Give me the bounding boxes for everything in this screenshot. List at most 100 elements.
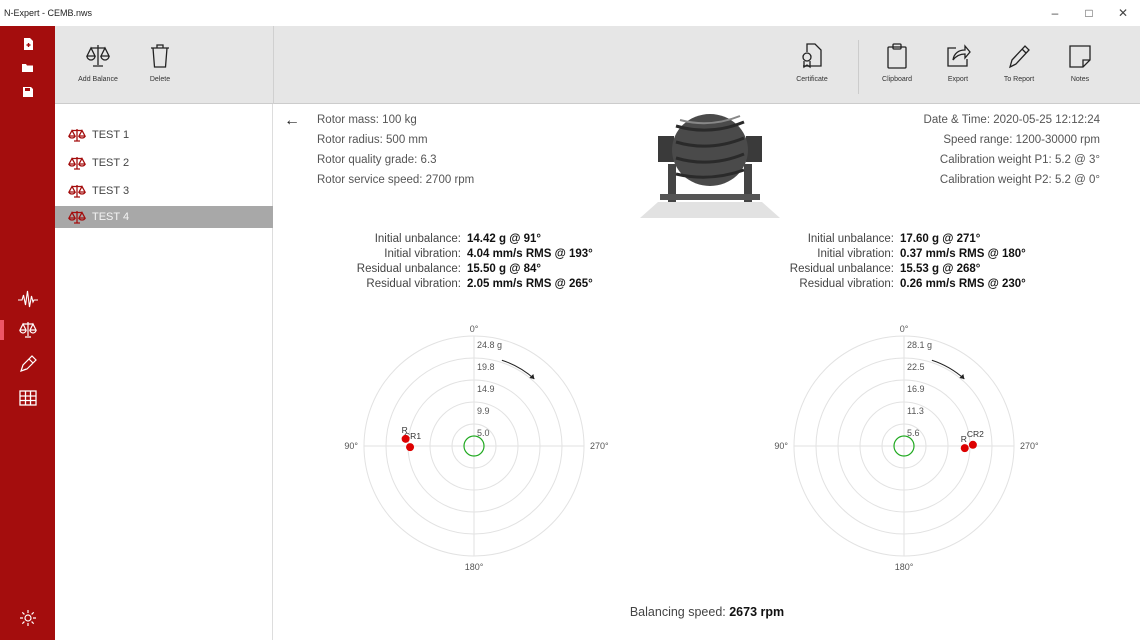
balance-icon [68,129,86,142]
ring-label: 5.0 [477,428,490,438]
test-info: Date & Time: 2020-05-25 12:12:24 Speed r… [924,110,1100,190]
initial-vibration-value: 4.04 mm/s RMS @ 193° [467,248,593,260]
calibration-weight-p1: Calibration weight P1: 5.2 @ 3° [939,154,1100,166]
balance-icon [68,157,86,170]
residual-vibration-value: 2.05 mm/s RMS @ 265° [467,278,593,290]
data-point-label: CR2 [967,429,984,439]
balancing-speed-value: 2673 rpm [729,605,785,619]
to-report-button[interactable]: To Report [989,42,1049,83]
data-point [406,443,415,452]
toolbar-separator [858,40,859,94]
save-icon[interactable] [0,78,55,106]
rotor-radius: Rotor radius: 500 mm [317,134,428,146]
calibration-weight-p2: Calibration weight P2: 5.2 @ 0° [939,174,1100,186]
data-point [968,440,977,449]
certificate-label: Certificate [796,76,828,83]
initial-vibration-value: 0.37 mm/s RMS @ 180° [900,248,1026,260]
notes-label: Notes [1070,76,1090,83]
plane-1-results: Initial unbalance: 14.42 g @ 91° Initial … [317,232,593,292]
residual-unbalance-value: 15.53 g @ 268° [900,263,981,275]
pen-icon[interactable] [0,350,55,378]
angle-label-top: 0° [900,324,909,334]
test-label: TEST 3 [92,185,130,197]
residual-vibration-value: 0.26 mm/s RMS @ 230° [900,278,1026,290]
initial-vibration-label: Initial vibration: [384,248,461,260]
polar-plot-plane-1: 24.8 g19.814.99.95.00°90° 270°180°CR1R [344,324,609,572]
balance-icon [85,45,111,67]
data-point-label: R [961,434,967,444]
to-report-label: To Report [1003,76,1035,83]
plane-2-results: Initial unbalance: 17.60 g @ 271° Initial… [750,232,1026,292]
toolbar-divider [273,26,274,104]
test-label: TEST 2 [92,157,130,169]
angle-label-top: 0° [470,324,479,334]
test-label: TEST 4 [92,211,130,223]
initial-unbalance-label: Initial unbalance: [807,233,894,245]
ring-label: 28.1 g [907,340,932,350]
angle-label-bottom: 180° [465,562,484,572]
balance-icon [68,185,86,198]
export-button[interactable]: Export [928,42,988,83]
ring-label: 11.3 [907,406,924,416]
initial-vibration-label: Initial vibration: [817,248,894,260]
polar-plot-plane-2: 28.1 g 22.5 16.9 11.3 5.6 0° 90° 270° 180° CR2R [774,324,1039,572]
title-bar: N-Expert - CEMB.nws – □ ✕ [0,0,1140,26]
close-button[interactable]: ✕ [1106,0,1140,26]
ring-label: 5.6 [907,428,920,438]
angle-label-right: 270° [590,441,609,451]
export-label: Export [947,76,969,83]
data-point [401,434,410,443]
toolbar: Add Balance Delete Certificate Clipboard… [55,26,1140,104]
balance-icon [68,211,86,224]
test-item-1[interactable]: TEST 1 [55,124,273,146]
table-icon[interactable] [0,384,55,412]
data-point-label: R [402,425,408,435]
add-balance-label: Add Balance [78,76,118,83]
initial-unbalance-value: 17.60 g @ 271° [900,233,981,245]
pen-icon [1008,45,1030,69]
test-item-3[interactable]: TEST 3 [55,180,273,202]
date-time: Date & Time: 2020-05-25 12:12:24 [923,114,1100,126]
initial-unbalance-label: Initial unbalance: [374,233,461,245]
clipboard-button[interactable]: Clipboard [867,42,927,83]
angle-label-right: 270° [1020,441,1039,451]
test-item-2[interactable]: TEST 2 [55,152,273,174]
balancing-speed: Balancing speed: 2673 rpm [274,605,1140,619]
clipboard-label: Clipboard [882,76,912,83]
balance-icon[interactable] [0,316,55,344]
angle-label-left: 90° [774,441,788,451]
back-arrow-icon[interactable]: ← [284,112,300,130]
window-title: N-Expert - CEMB.nws [4,8,93,18]
balancing-speed-label: Balancing speed: [629,605,726,619]
test-label: TEST 1 [92,129,130,141]
test-list: TEST 1 TEST 2 TEST 3 TEST 4 [55,104,273,640]
rotor-mass: Rotor mass: 100 kg [317,114,417,126]
test-item-4[interactable]: TEST 4 [55,206,273,228]
rotor-info: Rotor mass: 100 kg Rotor radius: 500 mm … [317,110,474,190]
waveform-icon[interactable] [0,286,55,314]
clipboard-icon [887,43,907,69]
rotor-service-speed: Rotor service speed: 2700 rpm [317,174,475,186]
residual-vibration-label: Residual vibration: [366,278,461,290]
notes-button[interactable]: Notes [1050,42,1110,83]
speed-range: Speed range: 1200-30000 rpm [943,134,1100,146]
certificate-icon [802,43,822,69]
residual-unbalance-label: Residual unbalance: [356,263,461,275]
ring-label: 22.5 [907,362,925,372]
certificate-button[interactable]: Certificate [782,42,842,83]
export-icon [947,44,971,67]
residual-vibration-label: Residual vibration: [799,278,894,290]
angle-label-left: 90° [344,441,358,451]
rotor-quality-grade: Rotor quality grade: 6.3 [317,154,437,166]
ring-label: 14.9 [477,384,495,394]
delete-label: Delete [149,76,171,83]
residual-unbalance-value: 15.50 g @ 84° [467,263,541,275]
settings-icon[interactable] [0,604,55,632]
machine-image [640,114,780,218]
balance-detail: ← Rotor mass: 100 kg Rotor radius: 500 m… [274,104,1140,640]
delete-button[interactable]: Delete [130,42,190,83]
maximize-button[interactable]: □ [1072,0,1106,26]
add-balance-button[interactable]: Add Balance [68,42,128,83]
notes-icon [1069,45,1091,68]
minimize-button[interactable]: – [1038,0,1072,26]
